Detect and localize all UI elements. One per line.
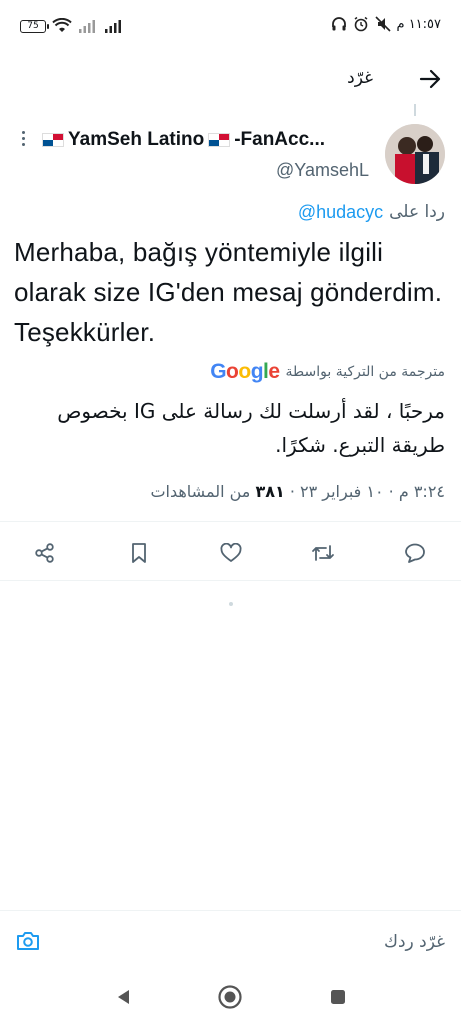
reply-icon bbox=[405, 543, 425, 563]
author-name[interactable]: YamSeh Latino -FanAcc... bbox=[42, 126, 372, 154]
views-count: ٣٨١ bbox=[255, 482, 285, 501]
triangle-back-icon bbox=[118, 990, 129, 1004]
reply-input[interactable] bbox=[85, 929, 445, 955]
share-button[interactable] bbox=[31, 539, 59, 567]
more-options-button[interactable] bbox=[14, 128, 32, 148]
divider bbox=[0, 521, 461, 522]
tweet-translation: مرحبًا ، لقد أرسلت لك رسالة على IG بخصوص… bbox=[57, 399, 445, 457]
panama-flag-icon bbox=[42, 133, 64, 147]
heart-icon bbox=[220, 543, 242, 562]
battery-level: 75 bbox=[27, 20, 39, 31]
status-bar-left: 75 bbox=[20, 18, 124, 34]
tweet-actions bbox=[0, 534, 461, 572]
nav-recents-button[interactable] bbox=[325, 984, 351, 1010]
translation-attribution: Google مترجمة من التركية بواسطة bbox=[210, 360, 445, 384]
bookmark-icon bbox=[132, 543, 146, 563]
dot bbox=[21, 142, 25, 146]
google-logo-letter: g bbox=[250, 360, 264, 383]
battery-icon: 75 bbox=[20, 19, 49, 33]
google-logo-letter: o bbox=[238, 360, 251, 383]
reply-button[interactable] bbox=[401, 539, 429, 567]
nav-back-button[interactable] bbox=[110, 984, 136, 1010]
compose-tweet-button[interactable]: غرّد bbox=[347, 68, 373, 88]
tweet-metadata: ٣:٢٤ م · ١٠ فبراير ٢٣ · ٣٨١ من المشاهدات bbox=[150, 482, 445, 501]
status-time: ١١:٥٧ م bbox=[396, 16, 442, 32]
dot bbox=[21, 136, 25, 140]
camera-button[interactable] bbox=[14, 927, 42, 955]
retweet-button[interactable] bbox=[309, 539, 337, 567]
wifi-icon bbox=[52, 18, 72, 32]
author-handle[interactable]: @YamsehL bbox=[276, 160, 369, 181]
divider bbox=[0, 580, 461, 581]
camera-icon bbox=[17, 932, 39, 950]
headphones-icon bbox=[331, 17, 346, 31]
square-recents-icon bbox=[331, 990, 345, 1004]
signal-icon-2 bbox=[105, 20, 121, 33]
status-bar: 75 ١١:٥٧ م bbox=[0, 0, 461, 56]
alarm-icon bbox=[354, 16, 367, 32]
arrow-icon bbox=[419, 69, 441, 89]
tweet-timestamp[interactable]: ٣:٢٤ م · ١٠ فبراير ٢٣ · bbox=[285, 482, 445, 501]
google-logo-letter: e bbox=[268, 360, 280, 383]
nav-home-button[interactable] bbox=[217, 984, 243, 1010]
tweet-text: Merhaba, bağış yöntemiyle ilgili olarak … bbox=[14, 237, 443, 347]
reply-prefix: ردا على bbox=[389, 202, 445, 222]
back-button[interactable] bbox=[415, 64, 445, 94]
top-bar: غرّد bbox=[0, 56, 461, 104]
panama-flag-icon bbox=[208, 133, 231, 147]
avatar-image bbox=[385, 124, 445, 184]
home-circle-icon bbox=[218, 985, 242, 1009]
bookmark-button[interactable] bbox=[125, 539, 153, 567]
muted-icon bbox=[374, 16, 391, 32]
reply-composer bbox=[0, 910, 461, 970]
translation-label: مترجمة من التركية بواسطة bbox=[285, 364, 445, 380]
views-label: من المشاهدات bbox=[150, 482, 256, 501]
google-logo: Google bbox=[210, 360, 280, 384]
system-nav-bar bbox=[0, 970, 461, 1024]
dot bbox=[21, 130, 25, 134]
signal-icon bbox=[79, 20, 95, 33]
loading-dot bbox=[229, 602, 233, 606]
like-button[interactable] bbox=[217, 539, 245, 567]
status-bar-right: ١١:٥٧ م bbox=[331, 16, 442, 32]
google-logo-letter: o bbox=[226, 360, 239, 383]
replying-to: @hudacyc ردا على bbox=[298, 202, 445, 223]
google-logo-letter: G bbox=[210, 360, 227, 383]
author-name-suffix: -FanAcc... bbox=[234, 129, 326, 150]
avatar[interactable] bbox=[385, 124, 445, 184]
reply-mention-link[interactable]: @hudacyc bbox=[298, 202, 383, 223]
retweet-icon bbox=[312, 545, 334, 561]
thread-connector bbox=[414, 104, 416, 116]
author-name-text: YamSeh Latino bbox=[68, 129, 205, 150]
share-icon bbox=[35, 543, 54, 563]
